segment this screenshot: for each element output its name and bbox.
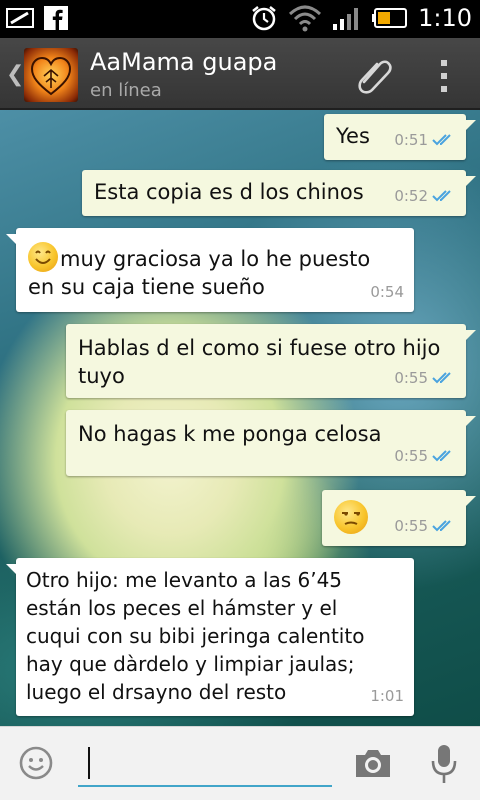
facebook-icon bbox=[44, 6, 68, 30]
message-time: 0:54 bbox=[370, 283, 404, 301]
message-text-line: muy graciosa ya lo he puesto bbox=[60, 247, 371, 271]
message-bubble-outgoing[interactable]: No hagas k me ponga celosa 0:55 bbox=[66, 410, 476, 476]
text-cursor bbox=[88, 747, 90, 779]
message-text-line: cuqui con su bibi jeringa calentito bbox=[26, 624, 365, 648]
message-bubble-outgoing[interactable]: Hablas d el como si fuese otro hijo tuyo… bbox=[66, 324, 476, 398]
chat-header: ❮ AaMama guapa en línea bbox=[0, 38, 480, 110]
smiling-face-emoji bbox=[28, 242, 58, 272]
message-bubble-outgoing[interactable]: Esta copia es d los chinos 0:52 bbox=[82, 170, 476, 216]
message-bubble-outgoing[interactable]: Yes 0:51 bbox=[324, 114, 476, 160]
battery-icon bbox=[372, 8, 408, 28]
message-bubble-outgoing[interactable]: 0:55 bbox=[322, 490, 476, 546]
message-time: 0:55 bbox=[394, 447, 428, 465]
emoji-icon[interactable] bbox=[18, 745, 54, 781]
notification-icon bbox=[6, 8, 34, 28]
camera-icon[interactable] bbox=[354, 747, 392, 779]
status-time: 1:10 bbox=[418, 4, 472, 32]
message-input[interactable] bbox=[78, 741, 332, 787]
signal-icon bbox=[333, 8, 359, 30]
message-text-line: están los peces el hámster y el bbox=[26, 596, 338, 620]
composer-bar bbox=[0, 726, 480, 800]
message-bubble-incoming[interactable]: Otro hijo: me levanto a las 6’45 están l… bbox=[6, 558, 414, 716]
unamused-face-emoji bbox=[334, 500, 368, 534]
attach-icon[interactable] bbox=[352, 52, 396, 96]
overflow-menu-icon[interactable] bbox=[432, 54, 456, 98]
read-ticks-icon bbox=[432, 520, 451, 532]
message-text-line: tuyo bbox=[78, 364, 125, 388]
message-text-line: Otro hijo: me levanto a las 6’45 bbox=[26, 568, 343, 592]
message-time: 0:55 bbox=[394, 517, 428, 535]
read-ticks-icon bbox=[432, 450, 451, 462]
message-text-line: Hablas d el como si fuese otro hijo bbox=[78, 336, 441, 360]
message-time: 0:51 bbox=[394, 131, 428, 149]
heart-icon bbox=[30, 56, 72, 96]
contact-status: en línea bbox=[90, 80, 162, 101]
microphone-icon[interactable] bbox=[428, 743, 460, 785]
status-bar: 1:10 bbox=[0, 0, 480, 38]
contact-name[interactable]: AaMama guapa bbox=[90, 48, 277, 76]
message-text-line: en su caja tiene sueño bbox=[28, 275, 265, 299]
alarm-icon bbox=[252, 6, 276, 31]
message-text-line: hay que dàrdelo y limpiar jaulas; bbox=[26, 652, 355, 676]
read-ticks-icon bbox=[432, 372, 451, 384]
read-ticks-icon bbox=[432, 190, 451, 202]
contact-avatar[interactable] bbox=[24, 48, 78, 102]
message-time: 1:01 bbox=[370, 687, 404, 705]
message-bubble-incoming[interactable]: muy graciosa ya lo he puesto en su caja … bbox=[6, 228, 414, 312]
message-text-line: luego el drsayno del resto bbox=[26, 680, 287, 704]
back-chevron-icon[interactable]: ❮ bbox=[6, 62, 24, 87]
wifi-icon bbox=[289, 5, 322, 32]
message-list[interactable]: Yes 0:51 Esta copia es d los chinos 0:52 bbox=[0, 110, 480, 726]
message-time: 0:52 bbox=[394, 187, 428, 205]
read-ticks-icon bbox=[432, 134, 451, 146]
message-time: 0:55 bbox=[394, 369, 428, 387]
